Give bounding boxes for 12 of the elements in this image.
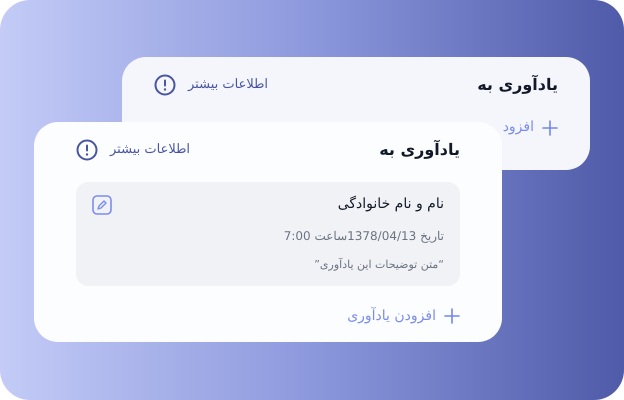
more-info-link[interactable]: اطلاعات بیشتر <box>76 139 190 161</box>
plus-icon <box>444 308 460 324</box>
edit-icon[interactable] <box>92 194 112 214</box>
reminder-datetime: تاریخ 1378/04/13ساعت 7:00 <box>282 228 444 245</box>
reminder-name: نام و نام خانوادگی <box>338 194 444 214</box>
reminder-description: “متن توضیحات این یادآوری” <box>313 257 444 273</box>
more-info-link[interactable]: اطلاعات بیشتر <box>154 74 268 96</box>
card-title: یادآوری به <box>477 74 558 96</box>
plus-icon <box>542 120 558 136</box>
card-title: یادآوری به <box>379 139 460 161</box>
info-icon <box>154 74 176 96</box>
info-icon <box>76 139 98 161</box>
